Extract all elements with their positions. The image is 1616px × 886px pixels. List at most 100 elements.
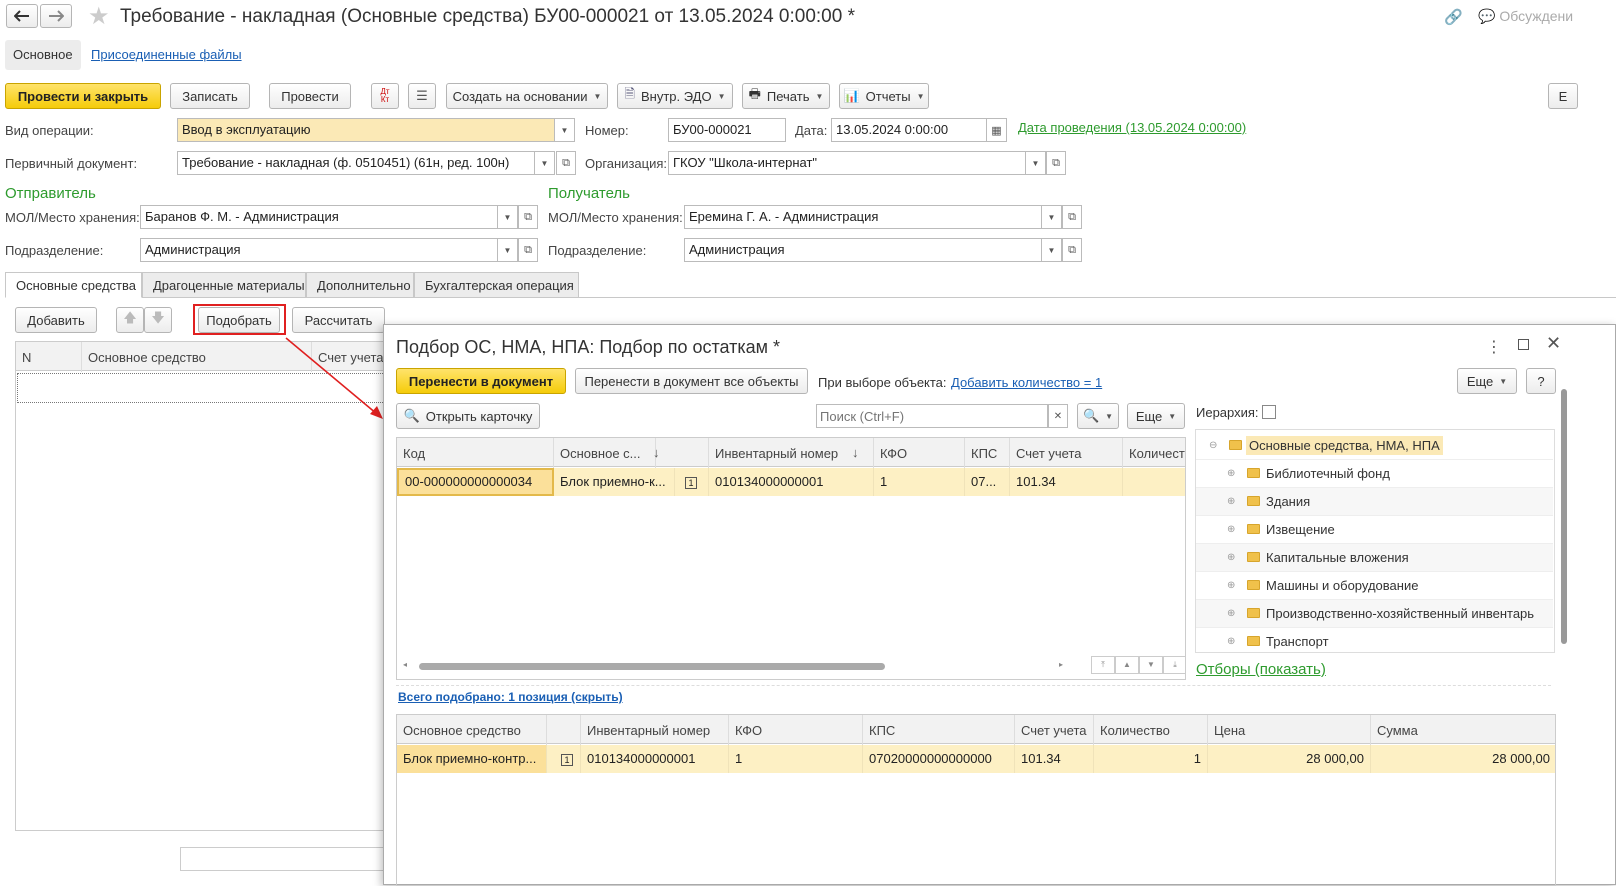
receiver-dept-open-icon[interactable]: ⧉ xyxy=(1062,238,1082,262)
more-right-button[interactable]: Е xyxy=(1548,83,1578,109)
post-close-button[interactable]: Провести и закрыть xyxy=(5,83,161,109)
dialog-more-button[interactable]: Еще ▼ xyxy=(1457,368,1517,394)
tree-item[interactable]: ⊕ Библиотечный фонд xyxy=(1196,460,1553,488)
col-inventory[interactable]: Инвентарный номер xyxy=(709,438,874,468)
print-button[interactable]: 🖶 Печать ▼ xyxy=(742,83,830,109)
collapse-icon[interactable]: ⊖ xyxy=(1209,440,1217,451)
sender-dept-field[interactable]: Администрация xyxy=(140,238,498,262)
cell-kfo[interactable]: 1 xyxy=(729,745,863,773)
total-link[interactable]: Всего подобрано: 1 позиция (скрыть) xyxy=(398,690,623,704)
cell-qty[interactable] xyxy=(1123,468,1185,496)
col-asset[interactable]: Основное средство xyxy=(82,342,312,372)
tree-item[interactable]: ⊕ Транспорт xyxy=(1196,628,1553,652)
cell-sum[interactable]: 28 000,00 xyxy=(1371,745,1555,773)
tree-item[interactable]: ⊕ Производственно-хозяйственный инвентар… xyxy=(1196,600,1553,628)
tab-additional[interactable]: Дополнительно xyxy=(306,272,414,298)
sender-mol-dropdown[interactable]: ▼ xyxy=(498,205,518,229)
org-field[interactable]: ГКОУ "Школа-интернат" xyxy=(668,151,1026,175)
op-type-field[interactable]: Ввод в эксплуатацию xyxy=(177,118,555,142)
create-based-button[interactable]: Создать на основании ▼ xyxy=(446,83,608,109)
receiver-dept-field[interactable]: Администрация xyxy=(684,238,1042,262)
date-field[interactable]: 13.05.2024 0:00:00 xyxy=(831,118,987,142)
cell-inventory[interactable]: 010134000000001 xyxy=(581,745,729,773)
horizontal-scrollbar[interactable] xyxy=(419,663,885,670)
col-code[interactable]: Код xyxy=(397,438,554,468)
scroll-right-icon[interactable]: ▸ xyxy=(1059,660,1063,669)
primary-doc-dropdown[interactable]: ▼ xyxy=(535,151,555,175)
post-button[interactable]: Провести xyxy=(269,83,351,109)
more2-button[interactable]: Еще ▼ xyxy=(1127,403,1185,429)
transfer-button[interactable]: Перенести в документ xyxy=(396,368,566,394)
cell-kps[interactable]: 07... xyxy=(965,468,1010,496)
nav-tab-main[interactable]: Основное xyxy=(5,40,81,70)
calendar-icon[interactable]: ▦ xyxy=(987,118,1007,142)
lower-grid-row[interactable]: Блок приемно-контр... 1 010134000000001 … xyxy=(397,745,1555,773)
col-account[interactable]: Счет учета xyxy=(1015,715,1094,745)
cell-qty[interactable]: 1 xyxy=(1094,745,1208,773)
upper-grid-row[interactable]: 00-000000000000034 Блок приемно-к... 1 0… xyxy=(397,468,1185,496)
tree-item[interactable]: ⊕ Капитальные вложения xyxy=(1196,544,1553,572)
open-card-button[interactable]: 🔍 Открыть карточку xyxy=(396,403,540,429)
add-button[interactable]: Добавить xyxy=(15,307,97,333)
link-icon[interactable]: 🔗 xyxy=(1444,8,1463,26)
cell-account[interactable]: 101.34 xyxy=(1015,745,1094,773)
scroll-down-icon[interactable]: ▼ xyxy=(1139,656,1163,674)
reports-button[interactable]: 📊 Отчеты ▼ xyxy=(839,83,929,109)
col-asset-short[interactable]: Основное с... xyxy=(554,438,656,468)
add-qty-link[interactable]: Добавить количество = 1 xyxy=(951,375,1102,390)
sender-mol-open-icon[interactable]: ⧉ xyxy=(518,205,538,229)
cell-code[interactable]: 00-000000000000034 xyxy=(397,468,554,496)
dialog-scrollbar[interactable] xyxy=(1561,389,1567,644)
col-inventory[interactable]: Инвентарный номер xyxy=(581,715,729,745)
favorite-star-icon[interactable]: ★ xyxy=(88,2,110,31)
col-n[interactable]: N xyxy=(16,342,82,372)
sender-dept-dropdown[interactable]: ▼ xyxy=(498,238,518,262)
sender-mol-field[interactable]: Баранов Ф. М. - Администрация xyxy=(140,205,498,229)
tab-accounting-operation[interactable]: Бухгалтерская операция xyxy=(414,272,579,298)
search-button[interactable]: 🔍 ▼ xyxy=(1077,403,1119,429)
transfer-all-button[interactable]: Перенести в документ все объекты xyxy=(575,368,808,394)
cell-asset[interactable]: Блок приемно-контр... xyxy=(397,745,547,773)
scroll-left-icon[interactable]: ◂ xyxy=(403,660,407,669)
dialog-menu-icon[interactable]: ⋮ xyxy=(1486,337,1502,357)
col-sum[interactable]: Сумма xyxy=(1371,715,1555,745)
scroll-bottom-icon[interactable]: ⤓ xyxy=(1163,656,1185,674)
expand-icon[interactable]: ⊕ xyxy=(1227,636,1235,647)
close-icon[interactable]: ✕ xyxy=(1546,333,1561,354)
maximize-icon[interactable] xyxy=(1518,339,1529,350)
col-qty[interactable]: Количество xyxy=(1094,715,1208,745)
cell-account[interactable]: 101.34 xyxy=(1010,468,1123,496)
expand-icon[interactable]: ⊕ xyxy=(1227,608,1235,619)
move-down-button[interactable]: 🡇 xyxy=(144,307,172,333)
tree-item[interactable]: ⊕ Здания xyxy=(1196,488,1553,516)
col-kfo[interactable]: КФО xyxy=(729,715,863,745)
col-kps[interactable]: КПС xyxy=(965,438,1010,468)
nav-tab-files[interactable]: Присоединенные файлы xyxy=(91,47,242,62)
receiver-mol-dropdown[interactable]: ▼ xyxy=(1042,205,1062,229)
primary-doc-open-icon[interactable]: ⧉ xyxy=(556,151,576,175)
tree-item[interactable]: ⊕ Извещение xyxy=(1196,516,1553,544)
primary-doc-field[interactable]: Требование - накладная (ф. 0510451) (61н… xyxy=(177,151,535,175)
tree-item[interactable]: ⊕ Машины и оборудование xyxy=(1196,572,1553,600)
move-up-button[interactable]: 🡅 xyxy=(116,307,144,333)
posting-date-link[interactable]: Дата проведения (13.05.2024 0:00:00) xyxy=(1018,120,1246,135)
tab-precious-materials[interactable]: Драгоценные материалы xyxy=(142,272,306,298)
ledger-button[interactable]: ☰ xyxy=(408,83,436,109)
save-button[interactable]: Записать xyxy=(170,83,250,109)
sender-dept-open-icon[interactable]: ⧉ xyxy=(518,238,538,262)
expand-icon[interactable]: ⊕ xyxy=(1227,524,1235,535)
col-kfo[interactable]: КФО xyxy=(874,438,965,468)
back-button[interactable] xyxy=(6,4,38,28)
col-qty[interactable]: Количест xyxy=(1123,438,1185,468)
help-button[interactable]: ? xyxy=(1526,368,1556,394)
receiver-dept-dropdown[interactable]: ▼ xyxy=(1042,238,1062,262)
filters-link[interactable]: Отборы (показать) xyxy=(1196,661,1326,678)
op-type-dropdown[interactable]: ▼ xyxy=(555,118,575,142)
tree-root[interactable]: ⊖ Основные средства, НМА, НПА xyxy=(1196,432,1553,460)
receiver-mol-open-icon[interactable]: ⧉ xyxy=(1062,205,1082,229)
search-input[interactable] xyxy=(816,404,1048,428)
cell-kps[interactable]: 07020000000000000 xyxy=(863,745,1015,773)
discuss-button[interactable]: 💬 Обсуждени xyxy=(1478,8,1573,25)
expand-icon[interactable]: ⊕ xyxy=(1227,552,1235,563)
cell-kfo[interactable]: 1 xyxy=(874,468,965,496)
